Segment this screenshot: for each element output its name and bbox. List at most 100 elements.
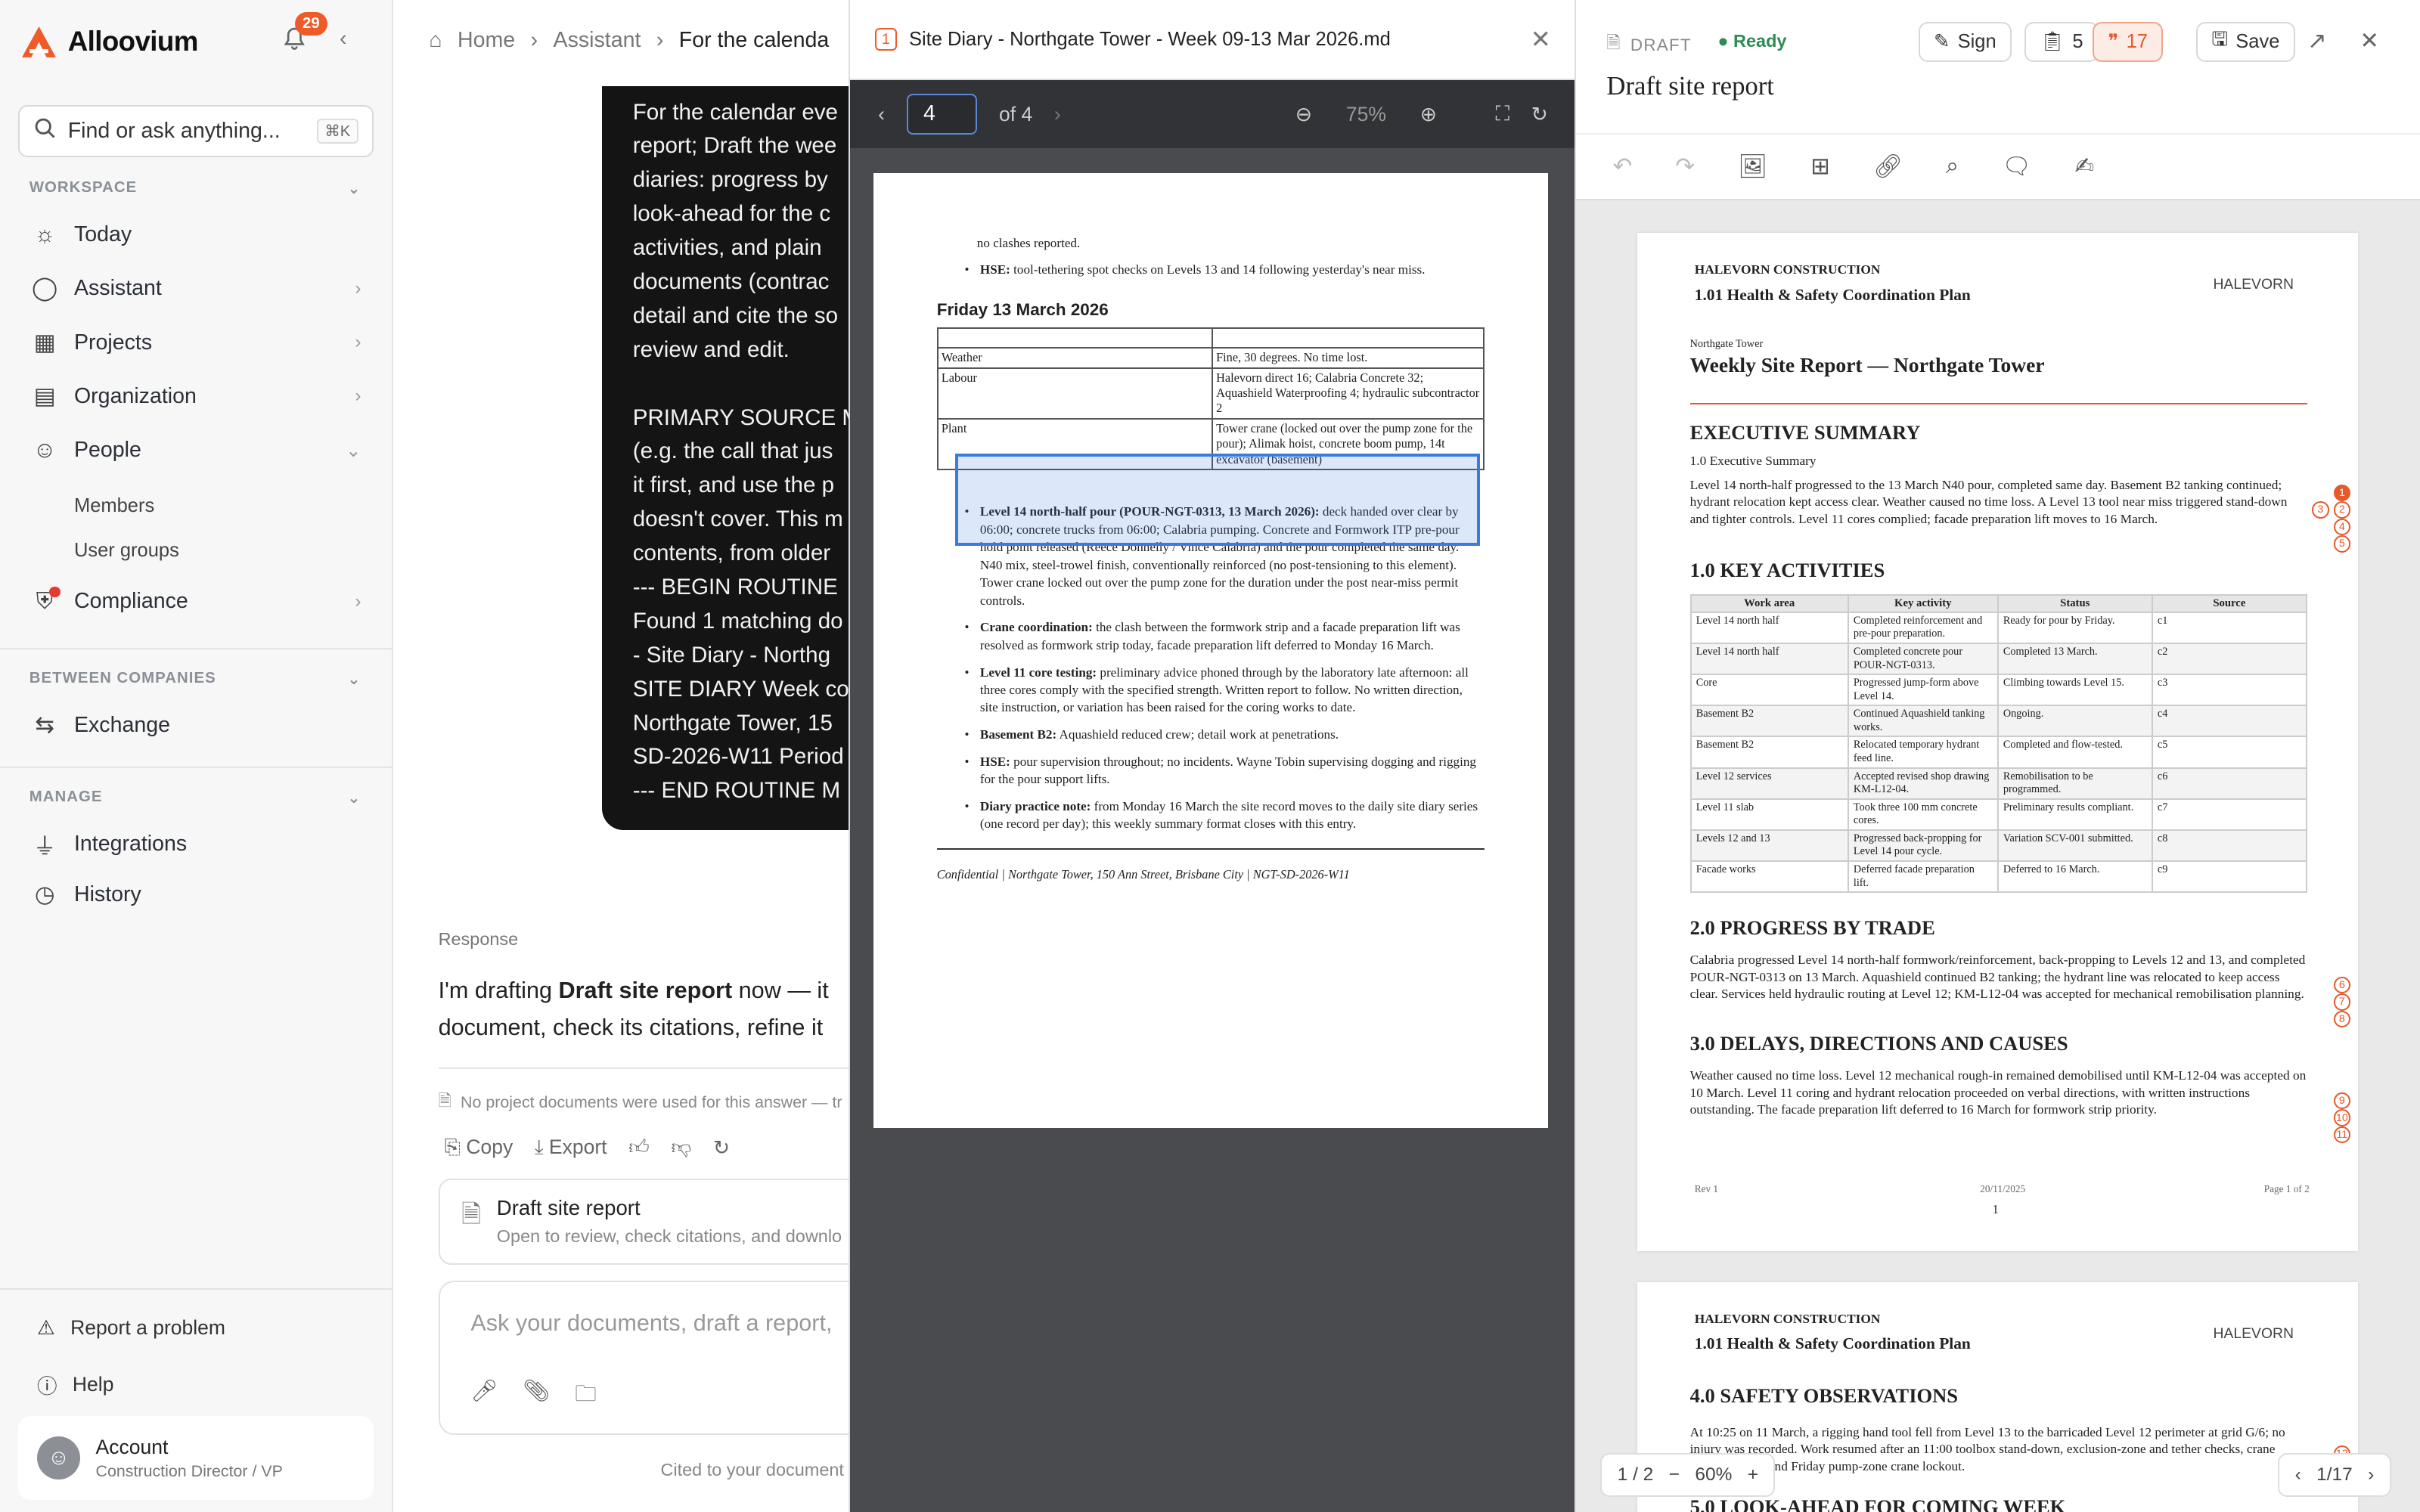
help-link[interactable]: ⓘ Help	[37, 1370, 113, 1399]
plug-icon: ⏚	[33, 833, 57, 860]
section-workspace[interactable]: WORKSPACE ⌄	[29, 179, 361, 198]
app-logo[interactable]: Alloovium	[18, 22, 198, 62]
citations-button[interactable]: ❞ 17	[2093, 21, 2164, 62]
table-cell: c1	[2151, 611, 2307, 644]
sidebar-item-organization[interactable]: ▤ Organization ›	[31, 375, 361, 418]
sidebar-item-history[interactable]: ◷ History	[31, 873, 361, 916]
folder-icon[interactable]: 🗀︎	[575, 1377, 597, 1414]
table-icon[interactable]: ⊞	[1810, 153, 1830, 180]
section-manage[interactable]: MANAGE ⌄	[29, 789, 361, 807]
chevron-right-icon: ›	[656, 27, 664, 52]
save-button[interactable]: 🖫︎ Save	[2196, 21, 2295, 62]
search-icon[interactable]: ⌕	[1946, 153, 1959, 180]
undo-icon[interactable]: ↶	[1613, 153, 1633, 180]
citation-marker[interactable]: 4	[2333, 518, 2351, 536]
fullscreen-icon[interactable]: ⛶	[1496, 102, 1510, 126]
sidebar-subitem-user-groups[interactable]: User groups	[74, 540, 179, 562]
citation-marker[interactable]: 3	[2312, 501, 2329, 519]
citation-highlight[interactable]	[955, 453, 1481, 547]
response-pre: I'm drafting	[438, 977, 559, 1003]
thumbs-up-icon[interactable]: 👍︎	[628, 1136, 650, 1160]
sidebar-item-exchange[interactable]: ⇆ Exchange	[31, 704, 361, 747]
zoom-in-button[interactable]: +	[1748, 1464, 1758, 1486]
sidebar-item-integrations[interactable]: ⏚ Integrations	[31, 823, 361, 866]
breadcrumb-assistant[interactable]: Assistant	[554, 28, 641, 53]
table-cell: Ready for pour by Friday.	[1996, 611, 2153, 644]
citation-marker[interactable]: 2	[2333, 501, 2351, 519]
search-input[interactable]: Find or ask anything... ⌘K	[18, 104, 374, 158]
table-cell: Accepted revised shop drawing KM-L12-04.	[1847, 767, 1999, 800]
zoom-out-button[interactable]: −	[1669, 1464, 1680, 1486]
citation-marker[interactable]: 1	[2333, 484, 2351, 502]
composer[interactable]: Ask your documents, draft a report, 🎤︎ 📎︎…	[438, 1280, 901, 1435]
page-number-input[interactable]: 4	[906, 94, 978, 135]
next-page-icon[interactable]: ›	[1054, 103, 1061, 126]
citation-marker[interactable]: 9	[2333, 1092, 2351, 1110]
close-icon[interactable]: ✕	[2360, 28, 2379, 54]
microphone-icon[interactable]: 🎤︎	[470, 1377, 498, 1414]
report-problem-link[interactable]: ⚠ Report a problem	[37, 1316, 225, 1340]
doc-heading: 5.0 LOOK-AHEAD FOR COMING WEEK	[1689, 1495, 2066, 1512]
rotate-icon[interactable]: ↻	[1531, 103, 1548, 126]
sidebar-item-compliance[interactable]: ⛨ Compliance ›	[31, 580, 361, 623]
regenerate-icon[interactable]: ↻	[713, 1136, 730, 1160]
breadcrumb-home[interactable]: Home	[458, 28, 515, 53]
citation-pager: ‹ 1/17 ›	[2278, 1453, 2391, 1497]
pdf-bullets: HSE: tool-tethering spot checks on Level…	[964, 261, 1473, 288]
table-cell: Completed 13 March.	[1996, 642, 2153, 676]
table-cell: Completed and flow-tested.	[1996, 736, 2153, 769]
paperclip-icon[interactable]: 📎︎	[523, 1377, 550, 1414]
citation-marker[interactable]: 6	[2333, 976, 2351, 994]
export-button[interactable]: ⤓ Export	[535, 1136, 607, 1160]
save-icon: 🖫︎	[2211, 28, 2229, 50]
sidebar-subitem-members[interactable]: Members	[74, 495, 154, 517]
logo-icon	[18, 25, 58, 59]
draft-report-card[interactable]: 🗎 Draft site report Open to review, check…	[438, 1179, 901, 1266]
zoom-out-icon[interactable]: ⊖	[1295, 103, 1312, 126]
sign-button[interactable]: ✎ Sign	[1918, 21, 2012, 62]
zoom-in-icon[interactable]: ⊕	[1420, 103, 1437, 126]
sidebar-item-people[interactable]: ☺ People ⌄	[31, 429, 361, 472]
comment-icon[interactable]: 🗨︎	[2002, 153, 2031, 180]
sidebar-item-projects[interactable]: ▦ Projects ›	[31, 321, 361, 364]
sidebar-item-today[interactable]: ☼ Today	[31, 213, 361, 256]
citation-marker[interactable]: 10	[2333, 1109, 2351, 1126]
sidebar-item-assistant[interactable]: ◯ Assistant ›	[31, 267, 361, 310]
close-icon[interactable]: ✕	[1531, 25, 1551, 54]
chevron-down-icon: ⌄	[347, 789, 361, 807]
edit-note-icon[interactable]: ✍	[2074, 153, 2094, 180]
sidebar-item-label: People	[73, 438, 141, 463]
citation-marker[interactable]: 5	[2333, 535, 2351, 553]
next-citation-icon[interactable]: ›	[2368, 1464, 2374, 1486]
pdf-bullet: Crane coordination: the clash between th…	[964, 618, 1481, 654]
pdf-bullet: Basement B2: Aquashield reduced crew; de…	[964, 726, 1481, 745]
previous-citation-icon[interactable]: ‹	[2295, 1464, 2301, 1486]
image-icon[interactable]: 🖼︎	[1738, 153, 1767, 180]
copy-button[interactable]: ⎘ Copy	[445, 1136, 513, 1160]
citation-marker[interactable]: 11	[2333, 1126, 2351, 1144]
account-menu[interactable]: ☺ Account Construction Director / VP	[18, 1416, 374, 1500]
document-icon: 🗎	[461, 1199, 482, 1228]
table-cell: Basement B2	[1689, 736, 1849, 769]
citation-marker[interactable]: 8	[2333, 1010, 2351, 1028]
redo-icon[interactable]: ↷	[1675, 153, 1695, 180]
doc-brand: HALEVORN	[2213, 1325, 2294, 1343]
table-row: Level 14 north half Completed concrete po…	[1689, 642, 2307, 676]
pdf-cell: Fine, 30 degrees. No time lost.	[1211, 347, 1485, 369]
open-external-icon[interactable]: ↗	[2307, 28, 2327, 54]
section-between-companies[interactable]: BETWEEN COMPANIES ⌄	[29, 670, 361, 689]
citation-marker[interactable]: 7	[2333, 993, 2351, 1011]
exchange-icon: ⇆	[35, 711, 54, 738]
checklist-button[interactable]: 📋︎ 5	[2024, 21, 2099, 62]
table-row: Level 11 slab Took three 100 mm concrete …	[1689, 798, 2307, 831]
table-cell: c5	[2151, 736, 2307, 769]
table-cell: Level 11 slab	[1689, 798, 1849, 831]
doc-heading: 1.0 KEY ACTIVITIES	[1689, 558, 1885, 581]
table-cell: Climbing towards Level 15.	[1996, 674, 2153, 707]
document-icon: 🗎	[1606, 33, 1621, 52]
collapse-sidebar-icon[interactable]: ‹	[340, 26, 347, 51]
thumbs-down-icon[interactable]: 👎︎	[671, 1136, 691, 1160]
sidebar-item-label: Assistant	[73, 276, 162, 301]
link-icon[interactable]: 🔗︎	[1873, 153, 1903, 180]
previous-page-icon[interactable]: ‹	[878, 103, 885, 126]
